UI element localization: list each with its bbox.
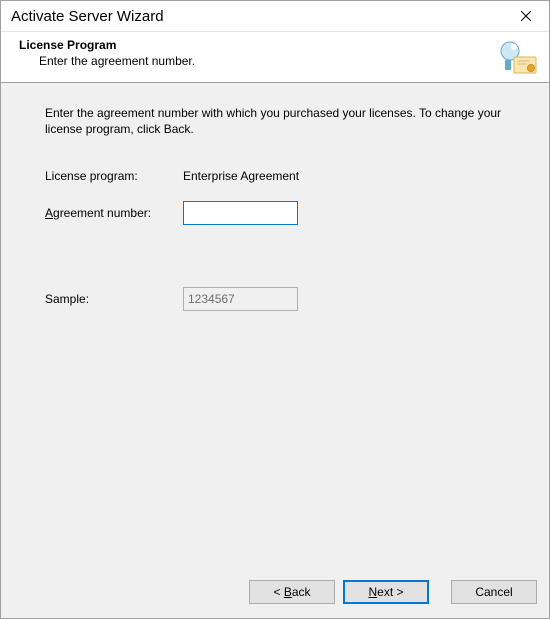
sample-label: Sample: — [45, 292, 183, 306]
window-title: Activate Server Wizard — [1, 8, 503, 25]
agreement-number-row: Agreement number: — [45, 201, 517, 225]
license-program-label: License program: — [45, 169, 183, 183]
next-button[interactable]: Next > — [343, 580, 429, 604]
close-button[interactable] — [503, 1, 549, 32]
close-icon — [521, 11, 531, 21]
sample-input — [183, 287, 298, 311]
agreement-number-label: Agreement number: — [45, 206, 183, 220]
wizard-header: License Program Enter the agreement numb… — [1, 32, 549, 83]
header-subtitle: Enter the agreement number. — [19, 54, 497, 68]
license-program-value: Enterprise Agreement — [183, 169, 299, 183]
titlebar: Activate Server Wizard — [1, 1, 549, 32]
agreement-number-input[interactable] — [183, 201, 298, 225]
instruction-text: Enter the agreement number with which yo… — [45, 105, 515, 137]
wizard-window: Activate Server Wizard License Program E… — [0, 0, 550, 619]
wizard-footer: < Back Next > Cancel — [1, 570, 549, 618]
license-icon — [497, 40, 537, 74]
cancel-button[interactable]: Cancel — [451, 580, 537, 604]
wizard-content: Enter the agreement number with which yo… — [1, 83, 549, 570]
sample-row: Sample: — [45, 287, 517, 311]
header-title: License Program — [19, 38, 497, 52]
back-button[interactable]: < Back — [249, 580, 335, 604]
license-program-row: License program: Enterprise Agreement — [45, 165, 517, 187]
header-text: License Program Enter the agreement numb… — [19, 38, 497, 68]
